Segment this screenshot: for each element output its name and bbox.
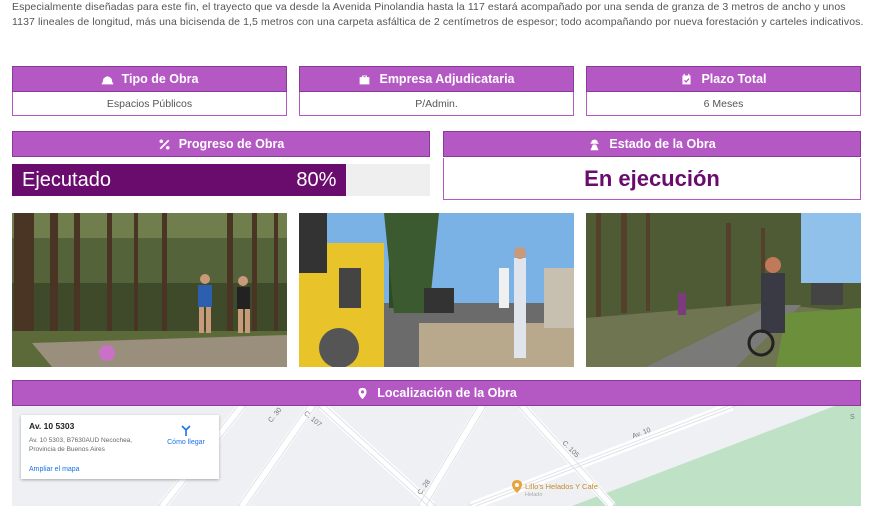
estado-value: En ejecución xyxy=(443,158,861,200)
helmet-icon xyxy=(101,73,114,86)
progress-fill: Ejecutado 80% xyxy=(12,164,347,196)
poi-category: Helado xyxy=(525,492,543,498)
worker-icon xyxy=(588,138,601,151)
pinewood-walkers-photo[interactable] xyxy=(12,213,287,367)
intro-paragraph: Especialmente diseñadas para este fin, e… xyxy=(12,1,864,28)
card-header: Empresa Adjudicataria xyxy=(299,66,574,92)
map-info-card: Av. 10 5303 Av. 10 5303, B7630AUD Necoch… xyxy=(21,415,219,479)
card-title: Plazo Total xyxy=(701,72,767,86)
card-estado-de-la-obra: Estado de la Obra xyxy=(443,131,861,157)
card-value: P/Admin. xyxy=(299,92,574,116)
road-roller-photo[interactable] xyxy=(299,213,574,367)
street-label: S xyxy=(850,414,855,421)
card-header: Tipo de Obra xyxy=(12,66,287,92)
briefcase-icon xyxy=(358,73,371,86)
bike-path-photo[interactable] xyxy=(586,213,861,367)
poi-marker[interactable]: Lillo's Helados Y Cafe Helado xyxy=(512,480,598,498)
map-pin-icon xyxy=(356,387,369,400)
calendar-icon xyxy=(680,73,693,86)
card-header: Plazo Total xyxy=(586,66,861,92)
card-title: Estado de la Obra xyxy=(609,137,716,151)
card-empresa-adjudicataria: Empresa Adjudicataria P/Admin. xyxy=(299,66,574,116)
location-header: Localización de la Obra xyxy=(12,380,861,406)
card-header: Estado de la Obra xyxy=(443,131,861,157)
progress-bar: Ejecutado 80% xyxy=(12,164,430,196)
card-title: Tipo de Obra xyxy=(121,72,199,86)
card-value: Espacios Públicos xyxy=(12,92,287,116)
map-full-address: Av. 10 5303, B7630AUD Necochea, Provinci… xyxy=(29,437,133,453)
location-map[interactable]: C. 30 C. 107 C. 105 Av. 10 C. 28 S Lillo… xyxy=(12,406,861,506)
card-tipo-de-obra: Tipo de Obra Espacios Públicos xyxy=(12,66,287,116)
poi-pin-icon xyxy=(512,480,522,493)
card-value: 6 Meses xyxy=(586,92,861,116)
directions-icon xyxy=(181,425,191,436)
directions-button[interactable]: Cómo llegar xyxy=(163,425,209,446)
card-title: Progreso de Obra xyxy=(178,137,285,151)
card-title: Empresa Adjudicataria xyxy=(379,72,515,86)
progress-percent: 80% xyxy=(296,168,337,191)
enlarge-map-link[interactable]: Ampliar el mapa xyxy=(29,466,80,473)
poi-name: Lillo's Helados Y Cafe xyxy=(525,482,598,491)
progress-label: Ejecutado xyxy=(22,168,111,191)
card-header: Progreso de Obra xyxy=(12,131,430,157)
directions-label: Cómo llegar xyxy=(167,439,205,446)
card-progreso-de-obra: Progreso de Obra xyxy=(12,131,430,157)
card-plazo-total: Plazo Total 6 Meses xyxy=(586,66,861,116)
location-title: Localización de la Obra xyxy=(377,386,517,400)
percent-icon xyxy=(158,138,171,151)
